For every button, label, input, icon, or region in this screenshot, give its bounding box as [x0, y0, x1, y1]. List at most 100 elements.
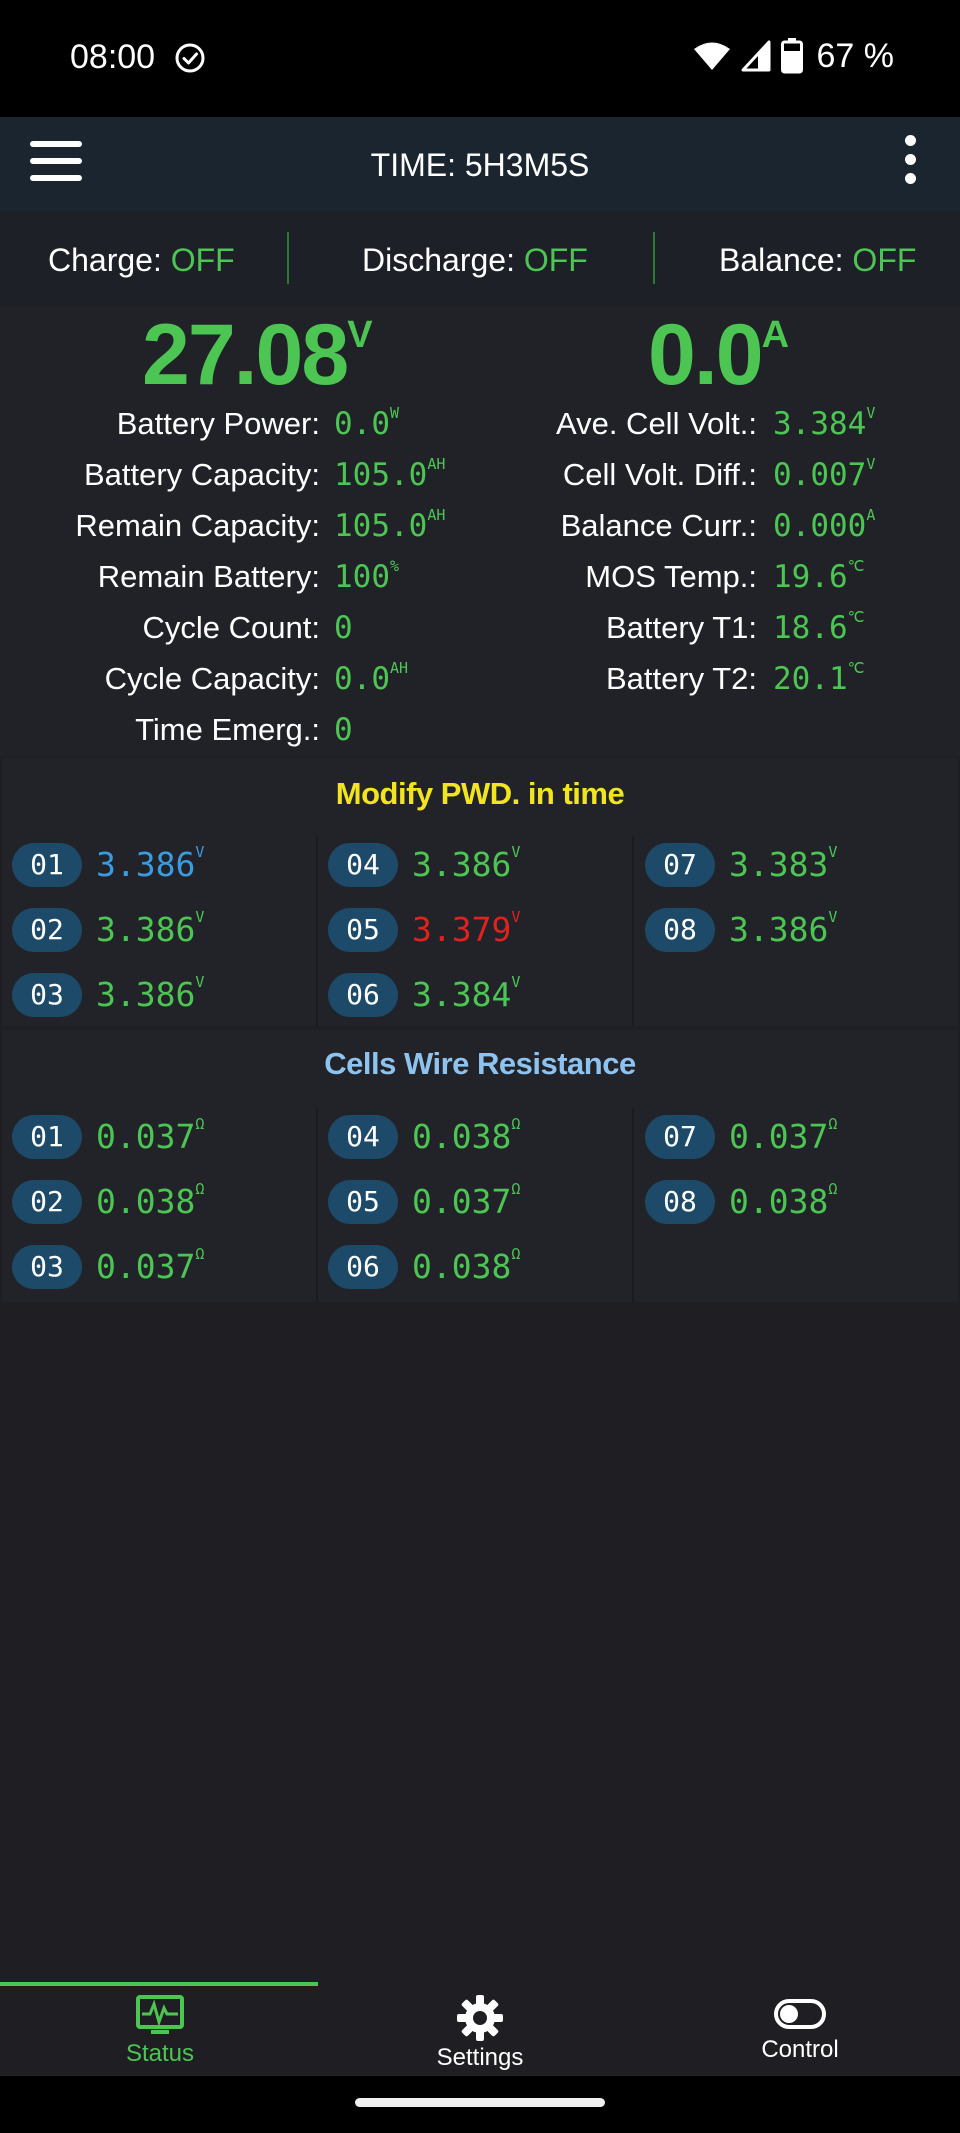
metric-row: Battery T2:: [0, 661, 757, 709]
battery-overview: 27.08V 0.0A Battery Power: 0.0W Battery Ca…: [0, 306, 960, 756]
cell-voltage-value: 3.386V: [96, 908, 205, 949]
clock: 08:00: [70, 38, 156, 76]
cell-voltage-cell: 04 3.386V: [318, 843, 628, 889]
more-options-icon[interactable]: [900, 135, 920, 193]
unit-label: Ω: [511, 1180, 521, 1198]
metric-label: Time Emerg.:: [135, 712, 320, 747]
cell-number-badge: 03: [12, 973, 82, 1017]
cell-number-badge: 05: [328, 908, 398, 952]
section-title-cells: Modify PWD. in time: [335, 776, 625, 811]
cell-number-badge: 04: [328, 843, 398, 887]
cell-number-badge: 05: [328, 1180, 398, 1224]
cell-voltage-cell: 05 3.379V: [318, 908, 628, 954]
cell-voltage-value: 3.383V: [729, 843, 838, 884]
cell-voltage-value: 3.384V: [412, 973, 521, 1014]
unit-label: Ω: [828, 1180, 838, 1198]
unit-label: Ω: [195, 1115, 205, 1133]
wire-resistance-cell: 04 0.038Ω: [318, 1115, 628, 1161]
unit-label: V: [866, 455, 876, 473]
cell-number-badge: 07: [645, 1115, 715, 1159]
unit-label: Ω: [195, 1245, 205, 1263]
wire-resistance-cell: 05 0.037Ω: [318, 1180, 628, 1226]
tab-control[interactable]: Control: [640, 1990, 960, 2076]
wire-resistance-cell: 03 0.037Ω: [2, 1245, 312, 1291]
cell-number-badge: 02: [12, 1180, 82, 1224]
metric-row: Time Emerg.:: [0, 712, 320, 760]
cell-voltage-value: 3.386V: [96, 973, 205, 1014]
cell-voltage-cell: 07 3.383V: [635, 843, 945, 889]
metric-value: 0.007V: [773, 455, 876, 493]
tab-status[interactable]: Status: [0, 1990, 320, 2076]
wifi-icon: [693, 42, 730, 70]
cell-number-badge: 04: [328, 1115, 398, 1159]
cell-voltage-cell: 01 3.386V: [2, 843, 312, 889]
unit-label: ℃: [847, 608, 865, 626]
active-tab-indicator: [0, 1982, 318, 1986]
tab-settings-label: Settings: [436, 2044, 524, 2071]
unit-label: Ω: [828, 1115, 838, 1133]
unit-label: ℃: [847, 659, 865, 677]
charge-status: Charge: OFF: [48, 242, 235, 278]
cell-voltage-value: 3.386V: [729, 908, 838, 949]
unit-label: V: [511, 908, 521, 926]
cell-number-badge: 08: [645, 908, 715, 952]
cell-voltage-value: 3.379V: [412, 908, 521, 949]
wire-resistance-value: 0.038Ω: [96, 1180, 205, 1221]
tab-control-label: Control: [761, 2036, 839, 2063]
metric-label: MOS Temp.:: [585, 559, 757, 594]
metric-value: 18.6℃: [773, 608, 865, 646]
cell-number-badge: 07: [645, 843, 715, 887]
app-bar: TIME: 5H3M5S: [0, 117, 960, 211]
wire-resistance-value: 0.037Ω: [729, 1115, 838, 1156]
wire-resistance-value: 0.037Ω: [412, 1180, 521, 1221]
unit-label: V: [195, 843, 205, 861]
wire-resistance-value: 0.038Ω: [412, 1245, 521, 1286]
gear-icon: [457, 1995, 503, 2041]
metric-row: Battery T1:: [0, 610, 757, 658]
metric-value: 3.384V: [773, 404, 876, 442]
cell-voltage-cell: 06 3.384V: [318, 973, 628, 1019]
unit-label: A: [866, 506, 876, 524]
metric-label: Balance Curr.:: [560, 508, 757, 543]
unit-label: V: [195, 973, 205, 991]
wire-resistance-cell: 07 0.037Ω: [635, 1115, 945, 1161]
wire-resistance-value: 0.037Ω: [96, 1245, 205, 1286]
wire-resistance-cell: 02 0.038Ω: [2, 1180, 312, 1226]
divider: [287, 232, 289, 284]
cell-number-badge: 01: [12, 843, 82, 887]
cell-number-badge: 02: [12, 908, 82, 952]
home-indicator[interactable]: [355, 2098, 605, 2107]
wire-resistance-cell: 06 0.038Ω: [318, 1245, 628, 1291]
metric-label: Cell Volt. Diff.:: [562, 457, 757, 492]
unit-label: Ω: [511, 1245, 521, 1263]
unit-label: V: [828, 908, 838, 926]
system-status-bar: 08:00 67 %: [0, 0, 960, 117]
wire-resistance-value: 0.038Ω: [412, 1115, 521, 1156]
wire-resistance-cell: 01 0.037Ω: [2, 1115, 312, 1161]
bottom-navigation: Status Settings Control: [0, 1982, 960, 2076]
monitor-pulse-icon: [136, 1995, 184, 2034]
unit-label: Ω: [511, 1115, 521, 1133]
cell-voltage-cell: 03 3.386V: [2, 973, 312, 1019]
check-circle-icon: [175, 43, 205, 73]
cell-number-badge: 08: [645, 1180, 715, 1224]
metric-value: 0.000A: [773, 506, 876, 544]
wire-resistance-cell: 08 0.038Ω: [635, 1180, 945, 1226]
total-current: 0.0A: [648, 307, 790, 403]
signal-icon: [741, 40, 770, 72]
discharge-status: Discharge: OFF: [362, 242, 588, 278]
cell-number-badge: 03: [12, 1245, 82, 1289]
cell-voltage-section: Modify PWD. in time 01 3.386V 02 3.386V 03 3.…: [2, 758, 958, 1026]
unit-label: V: [866, 404, 876, 422]
metric-row: Ave. Cell Volt.:: [0, 406, 757, 454]
total-voltage: 27.08V: [142, 307, 373, 403]
tab-settings[interactable]: Settings: [320, 1990, 640, 2076]
battery-icon: [780, 38, 803, 74]
unit-label: Ω: [195, 1180, 205, 1198]
switch-status-row: Charge: OFF Discharge: OFF Balance: OFF: [0, 212, 960, 306]
battery-percent: 67 %: [816, 36, 895, 75]
wire-resistance-value: 0.038Ω: [729, 1180, 838, 1221]
metric-label: Ave. Cell Volt.:: [555, 406, 757, 441]
unit-label: V: [195, 908, 205, 926]
balance-status: Balance: OFF: [719, 242, 917, 278]
